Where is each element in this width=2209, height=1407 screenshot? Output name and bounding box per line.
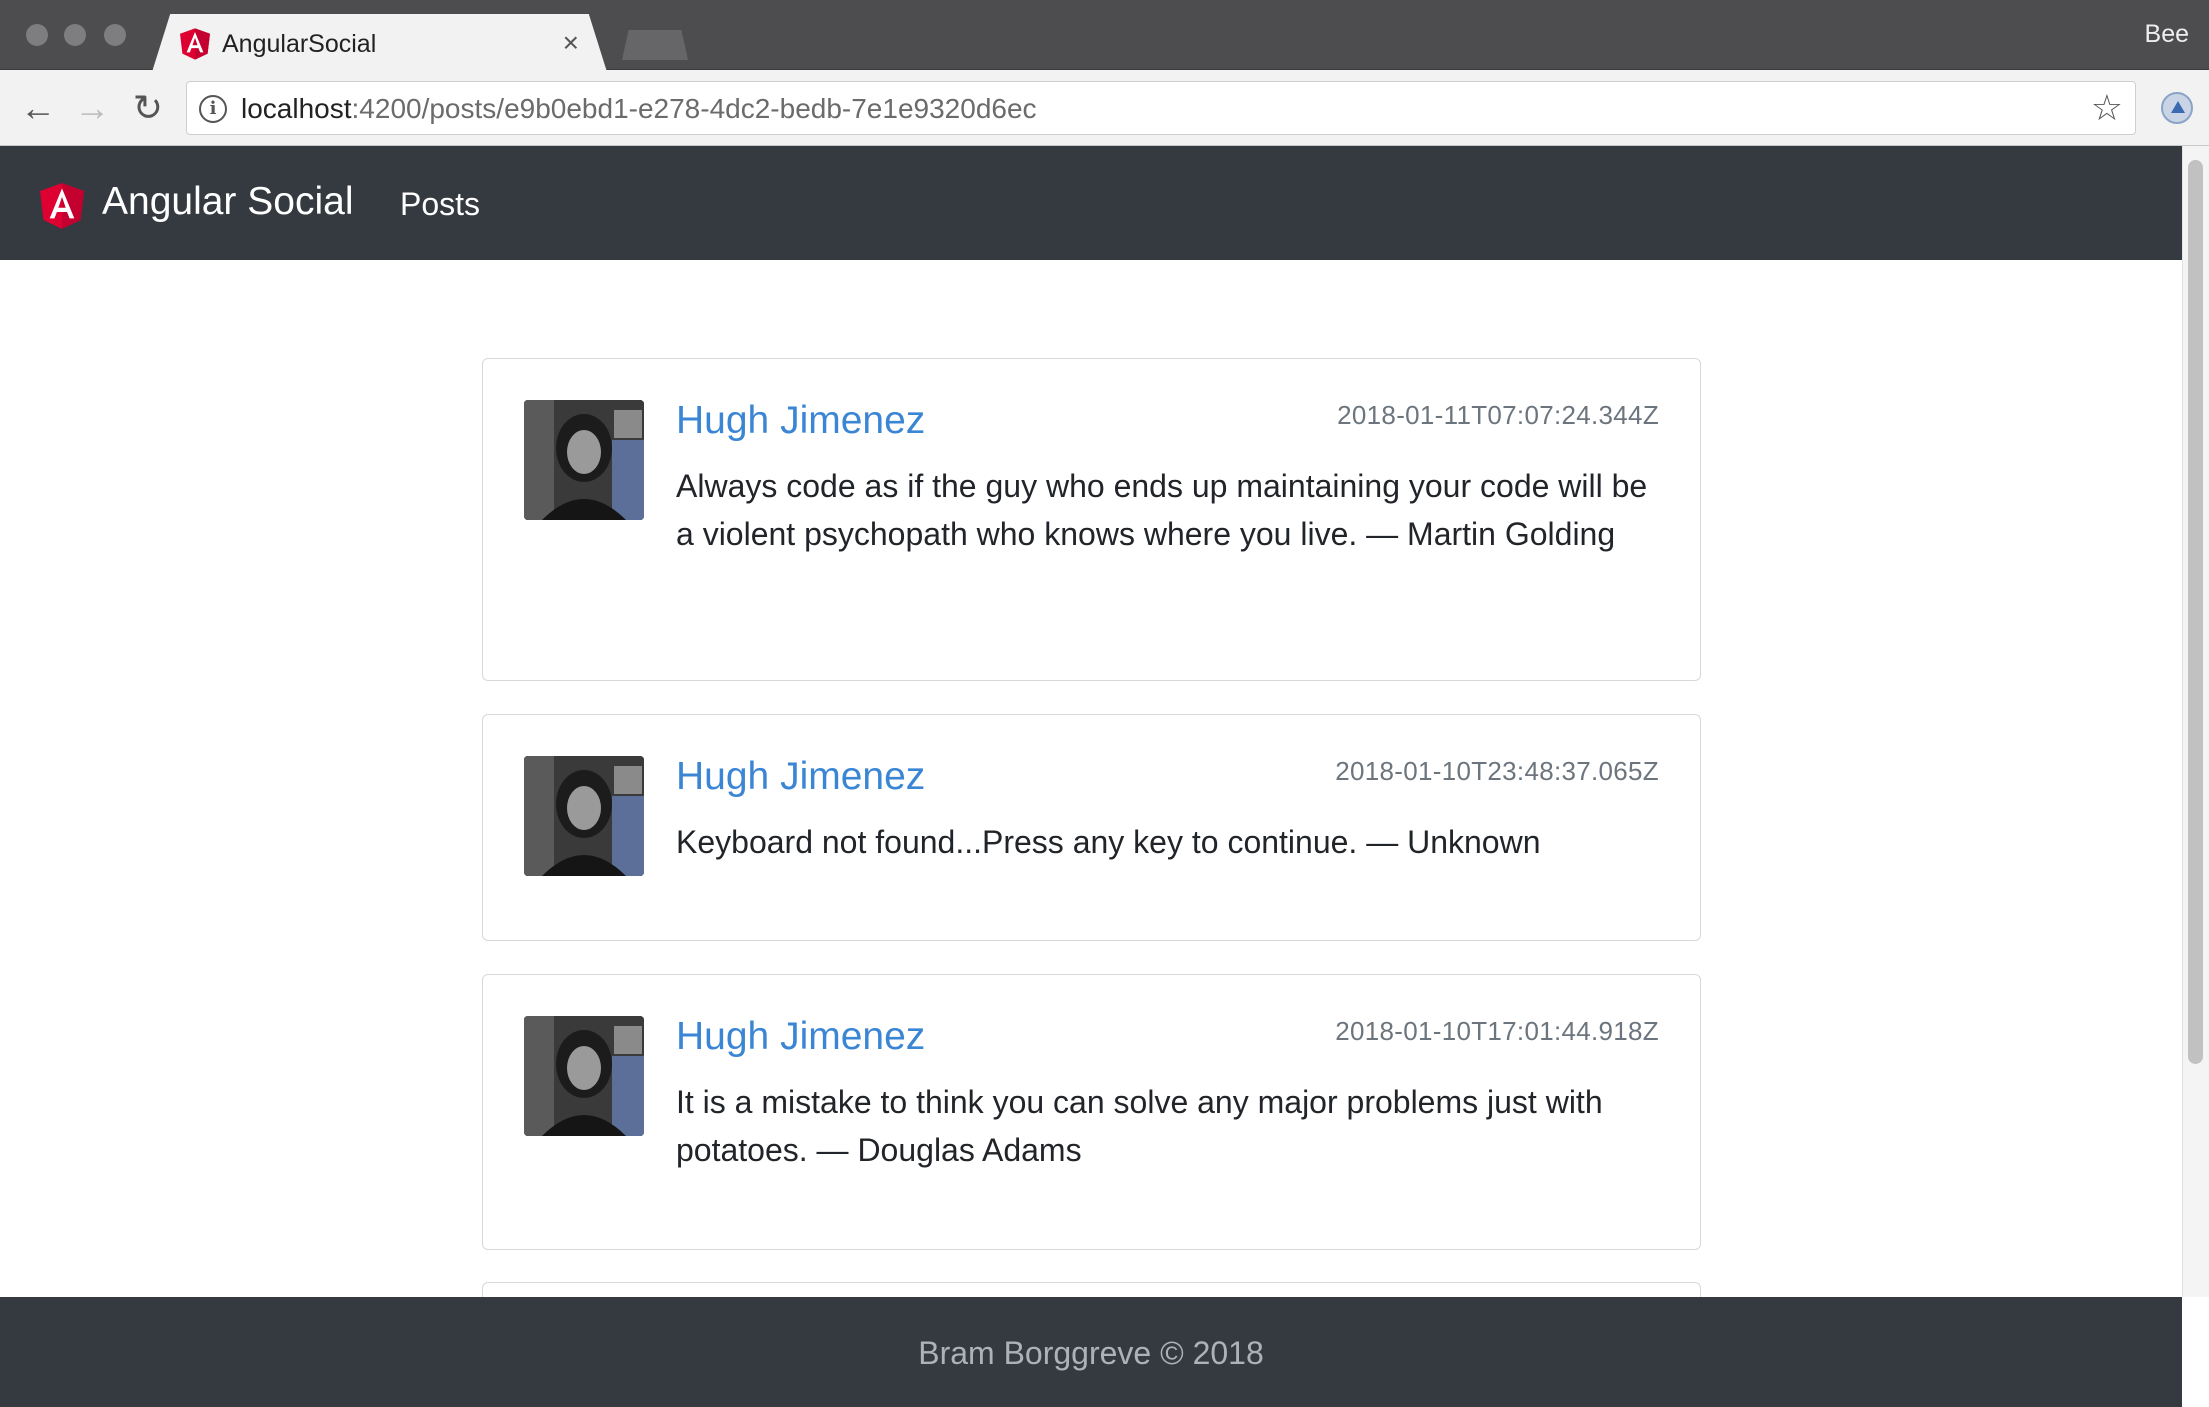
maximize-window-button[interactable] <box>104 24 126 46</box>
browser-titlebar: AngularSocial × Bee <box>0 0 2209 72</box>
avatar[interactable] <box>524 400 644 520</box>
avatar-image <box>524 1016 644 1136</box>
post-author-link[interactable]: Hugh Jimenez <box>676 397 925 445</box>
info-icon[interactable]: i <box>199 95 227 123</box>
scrollbar-thumb[interactable] <box>2188 160 2203 1064</box>
star-icon[interactable]: ☆ <box>2091 88 2123 128</box>
post-timestamp: 2018-01-10T23:48:37.065Z <box>1335 756 1659 786</box>
post-card: Hugh Jimenez 2018-01-11T07:07:24.344Z Al… <box>482 358 1701 681</box>
post-timestamp: 2018-01-11T07:07:24.344Z <box>1337 400 1659 430</box>
footer-text: Bram Borggreve © 2018 <box>918 1335 1264 1371</box>
avatar[interactable] <box>524 756 644 876</box>
main-content: Hugh Jimenez 2018-01-11T07:07:24.344Z Al… <box>0 260 2182 1297</box>
angular-logo-icon[interactable] <box>40 182 84 230</box>
url-host: localhost <box>241 93 352 124</box>
back-arrow-icon[interactable]: ← <box>18 88 58 128</box>
nav-link-posts[interactable]: Posts <box>400 184 480 224</box>
post-author-link[interactable]: Hugh Jimenez <box>676 1013 925 1061</box>
post-author-link[interactable]: Hugh Jimenez <box>676 753 925 801</box>
avatar-image <box>524 400 644 520</box>
post-message: Keyboard not found...Press any key to co… <box>676 824 1541 860</box>
post-card: Hugh Jimenez 2018-01-10T23:48:37.065Z Ke… <box>482 714 1701 941</box>
avatar[interactable] <box>524 1016 644 1136</box>
brand-link[interactable]: Angular Social <box>102 178 353 226</box>
post-message: Always code as if the guy who ends up ma… <box>676 468 1648 552</box>
url-text[interactable]: localhost:4200/posts/e9b0ebd1-e278-4dc2-… <box>241 93 1037 125</box>
forward-arrow-icon[interactable]: → <box>72 88 112 128</box>
address-bar[interactable]: i localhost:4200/posts/e9b0ebd1-e278-4dc… <box>186 81 2136 135</box>
new-tab-button[interactable] <box>622 30 688 60</box>
profile-label[interactable]: Bee <box>2145 20 2189 49</box>
tab-title: AngularSocial <box>222 30 377 58</box>
post-card: Hugh Jimenez 2018-01-10T17:01:44.918Z It… <box>482 974 1701 1250</box>
post-card <box>482 1282 1701 1297</box>
reload-icon[interactable]: ↻ <box>128 88 168 128</box>
close-window-button[interactable] <box>26 24 48 46</box>
angular-logo-icon <box>180 28 210 60</box>
url-path: :4200/posts/e9b0ebd1-e278-4dc2-bedb-7e1e… <box>351 93 1037 124</box>
post-message: It is a mistake to think you can solve a… <box>676 1084 1603 1168</box>
browser-toolbar: ← → ↻ i localhost:4200/posts/e9b0ebd1-e2… <box>0 70 2209 146</box>
browser-window: AngularSocial × Bee ← → ↻ i localhost:42… <box>0 0 2209 1407</box>
extension-icon[interactable] <box>2161 92 2193 124</box>
minimize-window-button[interactable] <box>64 24 86 46</box>
avatar-image <box>524 756 644 876</box>
browser-tab[interactable]: AngularSocial × <box>152 14 607 72</box>
post-timestamp: 2018-01-10T17:01:44.918Z <box>1335 1016 1659 1046</box>
app-footer: Bram Borggreve © 2018 <box>0 1297 2182 1407</box>
close-icon[interactable]: × <box>563 27 579 59</box>
app-navbar: Angular Social Posts <box>0 146 2182 260</box>
